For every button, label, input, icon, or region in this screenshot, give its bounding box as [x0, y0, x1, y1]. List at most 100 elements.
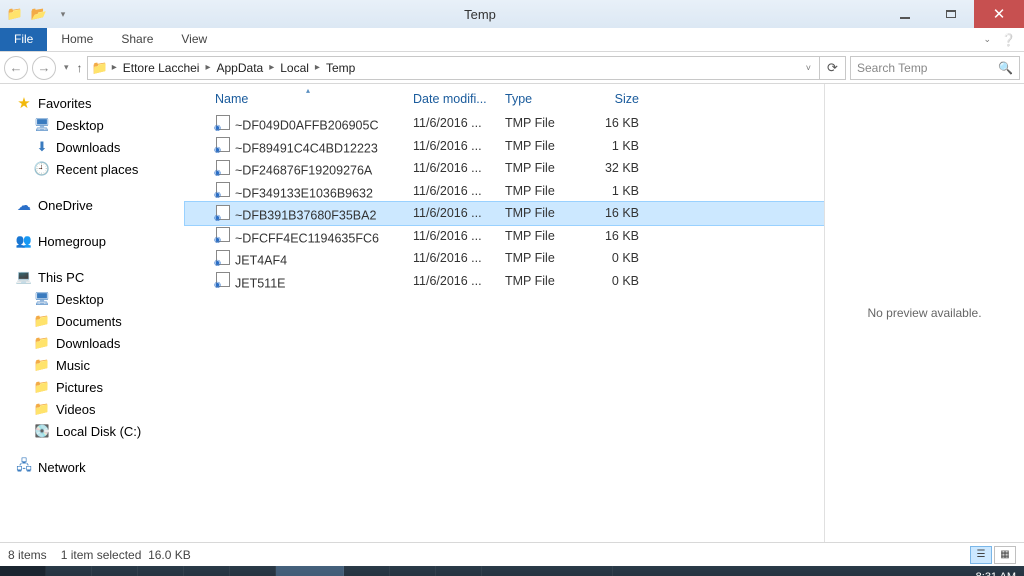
sidebar-item-recent[interactable]: 🕘Recent places — [0, 158, 185, 180]
main-area: ★Favorites 🖥Desktop ⬇Downloads 🕘Recent p… — [0, 84, 1024, 542]
file-type: TMP File — [499, 228, 589, 244]
tab-home[interactable]: Home — [47, 28, 107, 51]
start-icon: ⊞ — [12, 572, 34, 576]
taskbar-store[interactable]: 🛍 — [46, 566, 92, 576]
file-icon — [215, 227, 231, 243]
breadcrumb[interactable]: AppData — [215, 61, 266, 75]
status-bar: 8 items 1 item selected 16.0 KB ☰ ▦ — [0, 542, 1024, 566]
file-size: 0 KB — [589, 250, 645, 266]
breadcrumb[interactable]: Ettore Lacchei — [121, 61, 202, 75]
taskbar-malware[interactable]: Ⓜ — [138, 566, 184, 576]
column-type[interactable]: Type — [499, 90, 589, 108]
file-date: 11/6/2016 ... — [407, 115, 499, 131]
breadcrumb-sep-icon[interactable]: ▸ — [203, 62, 212, 73]
sidebar-thispc[interactable]: 💻This PC — [0, 266, 185, 288]
close-button[interactable]: ✕ — [974, 0, 1024, 28]
sidebar-item-downloads[interactable]: 📁Downloads — [0, 332, 185, 354]
view-large-icons-button[interactable]: ▦ — [994, 546, 1016, 564]
file-list[interactable]: ▴Name Date modifi... Type Size ~DF049D0A… — [185, 84, 824, 542]
file-type: TMP File — [499, 183, 589, 199]
file-date: 11/6/2016 ... — [407, 160, 499, 176]
file-row[interactable]: ~DFB391B37680F35BA211/6/2016 ...TMP File… — [185, 202, 824, 225]
sidebar-item-desktop[interactable]: 🖥Desktop — [0, 288, 185, 310]
taskbar-thunderbird[interactable]: ✉Checking in on y... — [482, 566, 613, 576]
explorer-icon: 📁 — [282, 571, 304, 576]
ie-icon: e — [401, 572, 423, 576]
qat-newfolder-icon[interactable]: 📂 — [28, 3, 50, 25]
taskbar-regedit[interactable]: ▦ — [184, 566, 230, 576]
file-size: 1 KB — [589, 138, 645, 154]
taskbar-word[interactable]: W — [344, 566, 390, 576]
wordpad-icon: 📄 — [242, 572, 264, 576]
ribbon-expand[interactable]: ⌄❔ — [972, 28, 1024, 51]
taskbar-clock[interactable]: 8:31 AM 11/6/2016 — [968, 571, 1016, 576]
column-headers: ▴Name Date modifi... Type Size — [185, 84, 824, 112]
column-date[interactable]: Date modifi... — [407, 90, 499, 108]
desktop-icon: 🖥 — [34, 117, 50, 133]
breadcrumb[interactable]: Temp — [324, 61, 357, 75]
search-placeholder: Search Temp — [857, 61, 927, 75]
nav-up-button[interactable]: ↑ — [77, 61, 83, 75]
window-title: Temp — [78, 7, 882, 22]
malware-icon: Ⓜ — [150, 572, 172, 576]
file-row[interactable]: ~DF246876F19209276A11/6/2016 ...TMP File… — [185, 157, 824, 180]
sidebar-homegroup[interactable]: 👥Homegroup — [0, 230, 185, 252]
navigation-pane[interactable]: ★Favorites 🖥Desktop ⬇Downloads 🕘Recent p… — [0, 84, 185, 542]
music-icon: 📁 — [34, 357, 50, 373]
address-bar[interactable]: 📁 ▸ Ettore Lacchei ▸ AppData ▸ Local ▸ T… — [87, 56, 820, 80]
help-icon[interactable]: ❔ — [1001, 33, 1016, 47]
file-icon — [215, 137, 231, 153]
breadcrumb[interactable]: Local — [278, 61, 311, 75]
nav-back-button[interactable]: ← — [4, 56, 28, 80]
breadcrumb-sep-icon[interactable]: ▸ — [110, 62, 119, 73]
file-row[interactable]: ~DF349133E1036B963211/6/2016 ...TMP File… — [185, 180, 824, 203]
sidebar-favorites[interactable]: ★Favorites — [0, 92, 185, 114]
taskbar-ie[interactable]: e — [390, 566, 436, 576]
taskbar-start[interactable]: ⊞ — [0, 566, 46, 576]
nav-history-icon[interactable]: ▾ — [60, 62, 73, 73]
file-row[interactable]: ~DFCFF4EC1194635FC611/6/2016 ...TMP File… — [185, 225, 824, 248]
ribbon-tabs: File Home Share View ⌄❔ — [0, 28, 1024, 52]
file-row[interactable]: ~DF049D0AFFB206905C11/6/2016 ...TMP File… — [185, 112, 824, 135]
search-icon[interactable]: 🔍 — [998, 61, 1013, 75]
taskbar-firefox[interactable]: 🦊 — [436, 566, 482, 576]
sidebar-item-documents[interactable]: 📁Documents — [0, 310, 185, 332]
column-size[interactable]: Size — [589, 90, 645, 108]
tab-file[interactable]: File — [0, 28, 47, 51]
column-name[interactable]: ▴Name — [209, 90, 407, 108]
videos-icon: 📁 — [34, 401, 50, 417]
file-type: TMP File — [499, 160, 589, 176]
taskbar-nosign[interactable]: 🚫 — [92, 566, 138, 576]
address-dropdown-icon[interactable]: ˅ — [802, 63, 815, 73]
nav-forward-button[interactable]: → — [32, 56, 56, 80]
view-details-button[interactable]: ☰ — [970, 546, 992, 564]
refresh-button[interactable]: ⟳ — [820, 56, 846, 80]
star-icon: ★ — [16, 95, 32, 111]
sidebar-item-music[interactable]: 📁Music — [0, 354, 185, 376]
breadcrumb-sep-icon[interactable]: ▸ — [267, 62, 276, 73]
sidebar-onedrive[interactable]: ☁OneDrive — [0, 194, 185, 216]
sidebar-item-videos[interactable]: 📁Videos — [0, 398, 185, 420]
qat-properties-icon[interactable]: 📁 — [4, 3, 26, 25]
disk-icon: 💽 — [34, 423, 50, 439]
system-tray[interactable]: ▴ ⚑ 📶 🔊 8:31 AM 11/6/2016 — [885, 566, 1024, 576]
tab-share[interactable]: Share — [107, 28, 167, 51]
tab-view[interactable]: View — [167, 28, 221, 51]
search-input[interactable]: Search Temp 🔍 — [850, 56, 1020, 80]
file-date: 11/6/2016 ... — [407, 205, 499, 221]
store-icon: 🛍 — [58, 572, 80, 576]
sidebar-network[interactable]: 🖧Network — [0, 456, 185, 478]
minimize-button[interactable] — [882, 0, 928, 28]
sidebar-item-downloads[interactable]: ⬇Downloads — [0, 136, 185, 158]
maximize-button[interactable] — [928, 0, 974, 28]
qat-customize-icon[interactable]: ▾ — [52, 3, 74, 25]
sidebar-item-desktop[interactable]: 🖥Desktop — [0, 114, 185, 136]
file-row[interactable]: ~DF89491C4C4BD1222311/6/2016 ...TMP File… — [185, 135, 824, 158]
taskbar-explorer[interactable]: 📁Temp — [276, 566, 344, 576]
sidebar-item-localdisk[interactable]: 💽Local Disk (C:) — [0, 420, 185, 442]
file-row[interactable]: JET4AF411/6/2016 ...TMP File0 KB — [185, 247, 824, 270]
file-row[interactable]: JET511E11/6/2016 ...TMP File0 KB — [185, 270, 824, 293]
sidebar-item-pictures[interactable]: 📁Pictures — [0, 376, 185, 398]
taskbar-wordpad[interactable]: 📄 — [230, 566, 276, 576]
breadcrumb-sep-icon[interactable]: ▸ — [313, 62, 322, 73]
